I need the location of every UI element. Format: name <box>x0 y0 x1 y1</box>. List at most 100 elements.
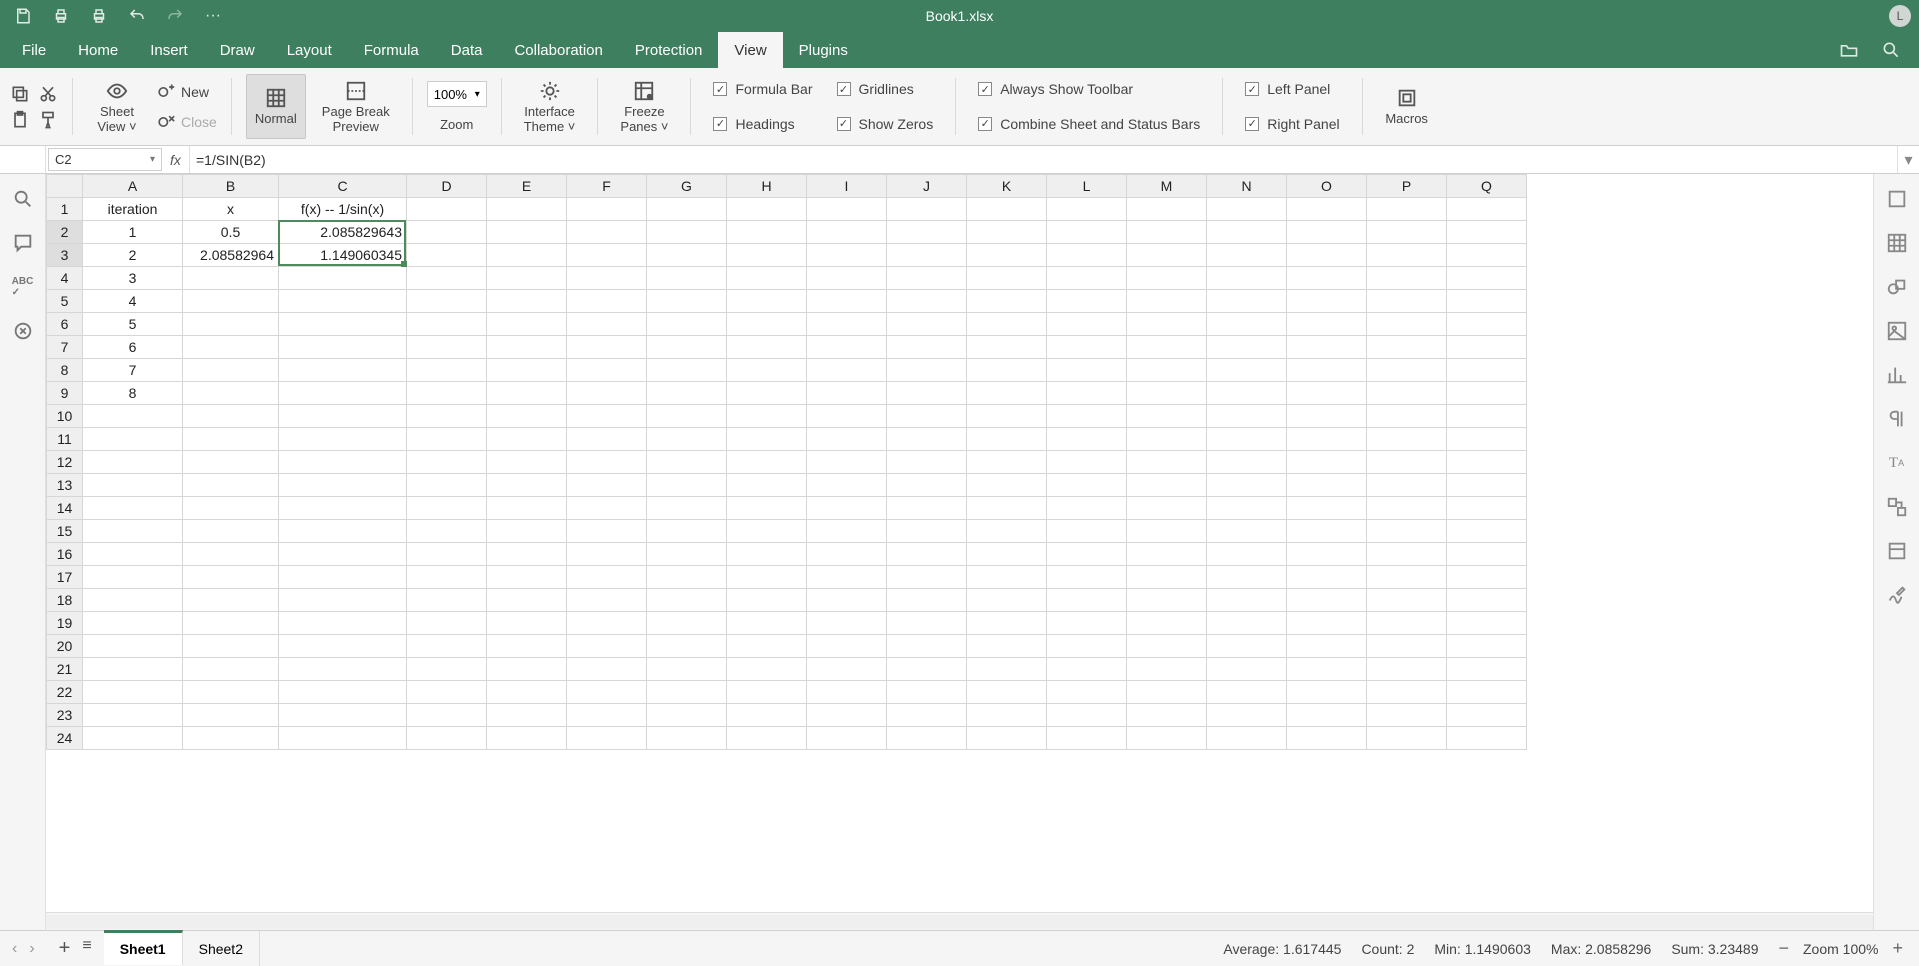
cell-P16[interactable] <box>1367 543 1447 566</box>
cell-N17[interactable] <box>1207 566 1287 589</box>
cell-L10[interactable] <box>1047 405 1127 428</box>
cell-D20[interactable] <box>407 635 487 658</box>
cell-J18[interactable] <box>887 589 967 612</box>
cell-C1[interactable]: f(x) -- 1/sin(x) <box>279 198 407 221</box>
open-location-icon[interactable] <box>1839 40 1859 60</box>
cell-G21[interactable] <box>647 658 727 681</box>
spreadsheet-grid[interactable]: ABCDEFGHIJKLMNOPQ1iterationxf(x) -- 1/si… <box>46 174 1527 750</box>
print-icon[interactable] <box>52 7 70 25</box>
cell-C17[interactable] <box>279 566 407 589</box>
cell-H9[interactable] <box>727 382 807 405</box>
cell-P1[interactable] <box>1367 198 1447 221</box>
cell-K23[interactable] <box>967 704 1047 727</box>
cell-O12[interactable] <box>1287 451 1367 474</box>
menu-tab-layout[interactable]: Layout <box>271 32 348 68</box>
cell-M18[interactable] <box>1127 589 1207 612</box>
cell-P4[interactable] <box>1367 267 1447 290</box>
cell-M15[interactable] <box>1127 520 1207 543</box>
cell-Q10[interactable] <box>1447 405 1527 428</box>
shape-settings-icon[interactable] <box>1886 276 1908 298</box>
cell-G1[interactable] <box>647 198 727 221</box>
cell-Q17[interactable] <box>1447 566 1527 589</box>
freeze-panes-button[interactable]: FreezePanes ˅ <box>612 74 676 139</box>
cell-F4[interactable] <box>567 267 647 290</box>
cell-B11[interactable] <box>183 428 279 451</box>
cell-Q4[interactable] <box>1447 267 1527 290</box>
menu-tab-insert[interactable]: Insert <box>134 32 204 68</box>
cell-C24[interactable] <box>279 727 407 750</box>
cell-P10[interactable] <box>1367 405 1447 428</box>
cell-F8[interactable] <box>567 359 647 382</box>
grid-container[interactable]: ABCDEFGHIJKLMNOPQ1iterationxf(x) -- 1/si… <box>46 174 1873 912</box>
cell-C4[interactable] <box>279 267 407 290</box>
cell-E15[interactable] <box>487 520 567 543</box>
cell-I4[interactable] <box>807 267 887 290</box>
cell-F5[interactable] <box>567 290 647 313</box>
checkbox-combine-sheet-and-status-bars[interactable]: ✓Combine Sheet and Status Bars <box>978 116 1200 132</box>
cell-L22[interactable] <box>1047 681 1127 704</box>
cell-Q14[interactable] <box>1447 497 1527 520</box>
normal-view-button[interactable]: Normal <box>246 74 306 139</box>
redo-icon[interactable] <box>166 7 184 25</box>
row-header-13[interactable]: 13 <box>47 474 83 497</box>
cell-L4[interactable] <box>1047 267 1127 290</box>
cell-I2[interactable] <box>807 221 887 244</box>
select-all-corner[interactable] <box>47 175 83 198</box>
cell-J23[interactable] <box>887 704 967 727</box>
cell-O6[interactable] <box>1287 313 1367 336</box>
menu-tab-view[interactable]: View <box>718 32 782 68</box>
row-header-15[interactable]: 15 <box>47 520 83 543</box>
cell-H1[interactable] <box>727 198 807 221</box>
cell-M16[interactable] <box>1127 543 1207 566</box>
cell-I14[interactable] <box>807 497 887 520</box>
cell-E9[interactable] <box>487 382 567 405</box>
cell-E8[interactable] <box>487 359 567 382</box>
cell-I3[interactable] <box>807 244 887 267</box>
cell-F24[interactable] <box>567 727 647 750</box>
cell-H19[interactable] <box>727 612 807 635</box>
col-header-D[interactable]: D <box>407 175 487 198</box>
cell-H5[interactable] <box>727 290 807 313</box>
cell-E2[interactable] <box>487 221 567 244</box>
cell-D9[interactable] <box>407 382 487 405</box>
cell-K17[interactable] <box>967 566 1047 589</box>
cell-H12[interactable] <box>727 451 807 474</box>
cell-E24[interactable] <box>487 727 567 750</box>
quick-print-icon[interactable] <box>90 7 108 25</box>
interface-theme-button[interactable]: InterfaceTheme ˅ <box>516 74 584 139</box>
row-header-14[interactable]: 14 <box>47 497 83 520</box>
cell-H23[interactable] <box>727 704 807 727</box>
cell-M2[interactable] <box>1127 221 1207 244</box>
cell-O11[interactable] <box>1287 428 1367 451</box>
cell-M14[interactable] <box>1127 497 1207 520</box>
cell-N1[interactable] <box>1207 198 1287 221</box>
cell-M6[interactable] <box>1127 313 1207 336</box>
col-header-B[interactable]: B <box>183 175 279 198</box>
cell-C12[interactable] <box>279 451 407 474</box>
cell-J5[interactable] <box>887 290 967 313</box>
cell-A2[interactable]: 1 <box>83 221 183 244</box>
cell-B8[interactable] <box>183 359 279 382</box>
cell-Q12[interactable] <box>1447 451 1527 474</box>
col-header-M[interactable]: M <box>1127 175 1207 198</box>
cell-A20[interactable] <box>83 635 183 658</box>
cell-C8[interactable] <box>279 359 407 382</box>
paste-icon[interactable] <box>10 110 30 130</box>
cell-L24[interactable] <box>1047 727 1127 750</box>
col-header-K[interactable]: K <box>967 175 1047 198</box>
cell-I8[interactable] <box>807 359 887 382</box>
cell-F1[interactable] <box>567 198 647 221</box>
cell-D3[interactable] <box>407 244 487 267</box>
cell-C10[interactable] <box>279 405 407 428</box>
menu-tab-plugins[interactable]: Plugins <box>783 32 864 68</box>
cell-A12[interactable] <box>83 451 183 474</box>
cell-F10[interactable] <box>567 405 647 428</box>
cell-O4[interactable] <box>1287 267 1367 290</box>
cell-D21[interactable] <box>407 658 487 681</box>
cell-O19[interactable] <box>1287 612 1367 635</box>
cell-F3[interactable] <box>567 244 647 267</box>
cell-A18[interactable] <box>83 589 183 612</box>
cell-D22[interactable] <box>407 681 487 704</box>
row-header-16[interactable]: 16 <box>47 543 83 566</box>
cell-I10[interactable] <box>807 405 887 428</box>
